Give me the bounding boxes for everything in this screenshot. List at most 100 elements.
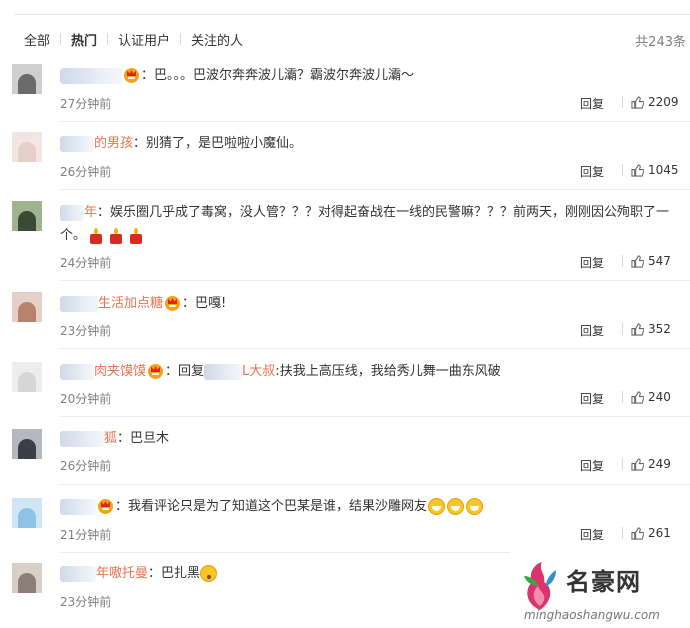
total-count: 共243条 bbox=[635, 35, 686, 50]
comment-content: 年：娱乐圈几乎成了毒窝，没人管？？？对得起奋战在一线的民警嘛？？？前两天，刚刚因… bbox=[60, 204, 670, 244]
reply-button[interactable]: 回复 bbox=[580, 254, 604, 271]
comment-filter-tabs: 全部 热门 认证用户 关注的人 bbox=[24, 30, 243, 49]
thumbs-up-icon bbox=[631, 526, 644, 540]
reply-button[interactable]: 回复 bbox=[580, 457, 604, 474]
username[interactable]: 年 bbox=[84, 205, 97, 220]
comment-meta: 20分钟前 回复 240 bbox=[60, 390, 682, 406]
username[interactable]: 生活加点糖 bbox=[98, 296, 163, 311]
comment-meta: 26分钟前 回复 1045 bbox=[60, 163, 682, 179]
thumbs-up-icon bbox=[631, 390, 644, 404]
thumbs-up-icon bbox=[631, 254, 644, 268]
reply-button[interactable]: 回复 bbox=[580, 526, 604, 543]
vip-crown-icon bbox=[98, 499, 113, 514]
reply-username[interactable]: L大叔 bbox=[242, 364, 275, 379]
candle-icon bbox=[88, 227, 104, 244]
reply-username-blurred[interactable] bbox=[204, 363, 243, 380]
site-watermark: 名豪网 minghaoshangwu.com bbox=[510, 552, 690, 628]
reply-button[interactable]: 回复 bbox=[580, 322, 604, 339]
comment-time: 20分钟前 bbox=[60, 392, 112, 406]
comment-text: 娱乐圈几乎成了毒窝，没人管？？？对得起奋战在一线的民警嘛？？？前两天，刚刚因公殉… bbox=[110, 205, 670, 220]
avatar[interactable] bbox=[12, 132, 42, 162]
comment-time: 23分钟前 bbox=[60, 324, 112, 338]
thinking-emoji-icon bbox=[200, 565, 218, 582]
username[interactable]: 狐 bbox=[104, 431, 117, 446]
tab-verified-users[interactable]: 认证用户 bbox=[118, 30, 170, 49]
like-button[interactable]: 261 bbox=[622, 526, 682, 540]
comment-time: 24分钟前 bbox=[60, 256, 112, 270]
like-button[interactable]: 1045 bbox=[622, 163, 682, 177]
like-button[interactable]: 240 bbox=[622, 390, 682, 404]
comment-content: 生活加点糖 ：巴嘎! bbox=[60, 292, 676, 315]
avatar[interactable] bbox=[12, 498, 42, 528]
site-logo-icon bbox=[524, 562, 556, 610]
comment-divider bbox=[60, 280, 690, 281]
tab-all[interactable]: 全部 bbox=[24, 30, 50, 49]
like-button[interactable]: 352 bbox=[622, 322, 682, 336]
username[interactable]: 的男孩 bbox=[94, 136, 133, 151]
comment-meta: 24分钟前 回复 547 bbox=[60, 254, 682, 270]
vip-crown-icon bbox=[124, 68, 139, 83]
avatar[interactable] bbox=[12, 362, 42, 392]
avatar[interactable] bbox=[12, 64, 42, 94]
comment-meta: 21分钟前 回复 261 bbox=[60, 526, 682, 542]
reply-button[interactable]: 回复 bbox=[580, 390, 604, 407]
avatar[interactable] bbox=[12, 563, 42, 593]
username-blurred[interactable] bbox=[60, 498, 96, 515]
tab-hot[interactable]: 热门 bbox=[71, 30, 97, 49]
like-count: 240 bbox=[648, 390, 671, 404]
site-name: 名豪网 bbox=[566, 568, 641, 596]
tab-separator bbox=[107, 33, 109, 45]
comment-time: 26分钟前 bbox=[60, 165, 112, 179]
like-count: 261 bbox=[648, 526, 671, 540]
vip-crown-icon bbox=[148, 364, 164, 379]
comment-divider bbox=[60, 121, 690, 122]
username-blurred[interactable] bbox=[60, 204, 84, 221]
comment-text: 扶我上高压线，我给秀儿舞一曲东风破 bbox=[279, 364, 501, 379]
like-button[interactable]: 547 bbox=[622, 254, 682, 268]
comment-text: 我看评论只是为了知道这个巴某是谁，结果沙雕网友 bbox=[128, 499, 428, 514]
comment-content: ：我看评论只是为了知道这个巴某是谁，结果沙雕网友 bbox=[60, 495, 676, 518]
comment-text: 巴嘎! bbox=[195, 296, 227, 311]
comment-time: 27分钟前 bbox=[60, 97, 112, 111]
like-count: 2209 bbox=[648, 95, 679, 109]
like-count: 1045 bbox=[648, 163, 679, 177]
comment-divider bbox=[60, 189, 690, 190]
candle-icon bbox=[108, 227, 124, 244]
site-url: minghaoshangwu.com bbox=[524, 608, 660, 622]
username-blurred[interactable] bbox=[60, 363, 94, 380]
top-divider bbox=[14, 14, 690, 15]
username[interactable]: 年嗷托曼 bbox=[96, 566, 148, 581]
username-blurred[interactable] bbox=[60, 67, 122, 84]
comment-meta: 23分钟前 回复 352 bbox=[60, 322, 682, 338]
comment-meta: 27分钟前 回复 2209 bbox=[60, 95, 682, 111]
comment-content: 的男孩：别猜了，是巴啦啦小魔仙。 bbox=[60, 132, 676, 155]
username-blurred[interactable] bbox=[60, 295, 98, 312]
username-blurred[interactable] bbox=[60, 430, 104, 447]
reply-button[interactable]: 回复 bbox=[580, 163, 604, 180]
comment-time: 21分钟前 bbox=[60, 528, 112, 542]
laughing-emoji-icon bbox=[447, 498, 465, 515]
avatar[interactable] bbox=[12, 292, 42, 322]
like-count: 547 bbox=[648, 254, 671, 268]
thumbs-up-icon bbox=[631, 457, 644, 471]
comment-text: 别猜了，是巴啦啦小魔仙。 bbox=[146, 136, 303, 151]
comment-content: 狐：巴旦木 bbox=[60, 427, 676, 450]
avatar[interactable] bbox=[12, 201, 42, 231]
comment-text: 巴。。。巴波尔奔奔波儿灞？霸波尔奔波儿灞～ bbox=[154, 68, 415, 83]
comment-divider bbox=[60, 348, 690, 349]
avatar[interactable] bbox=[12, 429, 42, 459]
comment-meta: 26分钟前 回复 249 bbox=[60, 457, 682, 473]
comment-time: 26分钟前 bbox=[60, 459, 112, 473]
comment-content: ：巴。。。巴波尔奔奔波儿灞？霸波尔奔波儿灞～ bbox=[60, 64, 676, 87]
reply-button[interactable]: 回复 bbox=[580, 95, 604, 112]
like-button[interactable]: 249 bbox=[622, 457, 682, 471]
username-blurred[interactable] bbox=[60, 135, 94, 152]
comment-time: 23分钟前 bbox=[60, 595, 112, 609]
like-button[interactable]: 2209 bbox=[622, 95, 682, 109]
username[interactable]: 肉夹馍馍 bbox=[94, 364, 146, 379]
tab-separator bbox=[60, 33, 62, 45]
tab-separator bbox=[180, 33, 182, 45]
username-blurred[interactable] bbox=[60, 565, 96, 582]
tab-following[interactable]: 关注的人 bbox=[191, 30, 243, 49]
comment-divider bbox=[60, 416, 690, 417]
